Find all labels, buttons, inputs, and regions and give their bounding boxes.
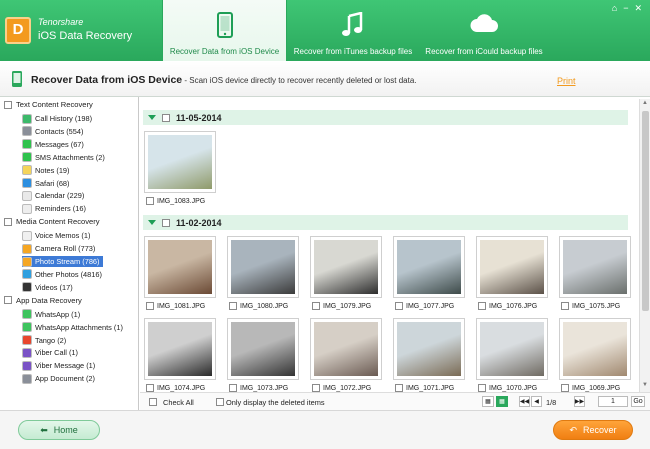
photo-caption: IMG_1072.JPG <box>312 384 371 392</box>
photo-filename: IMG_1072.JPG <box>323 384 372 392</box>
photo-checkbox[interactable] <box>229 384 237 392</box>
photo-checkbox[interactable] <box>395 302 403 310</box>
photo-thumbnail[interactable] <box>476 236 548 298</box>
photo-checkbox[interactable] <box>395 384 403 392</box>
photo-caption: IMG_1070.JPG <box>478 384 537 392</box>
photo-checkbox[interactable] <box>312 384 320 392</box>
photo-checkbox[interactable] <box>146 384 154 392</box>
vertical-scrollbar[interactable]: ▲ ▼ <box>639 99 650 392</box>
photo-filename: IMG_1073.JPG <box>240 384 289 392</box>
go-button[interactable]: Go <box>631 396 645 407</box>
date-label: 11-05-2014 <box>176 112 222 123</box>
prev-page-icon[interactable]: ◀◀ <box>519 396 530 407</box>
next-page-icon[interactable]: ▶▶ <box>574 396 585 407</box>
photo-checkbox[interactable] <box>478 302 486 310</box>
date-group-checkbox[interactable] <box>162 113 170 122</box>
photo-caption: IMG_1069.JPG <box>561 384 620 392</box>
photo-checkbox[interactable] <box>312 302 320 310</box>
collapse-icon[interactable] <box>148 220 156 225</box>
grid-view-icon[interactable]: ▦ <box>482 396 494 407</box>
photo-caption: IMG_1077.JPG <box>395 302 454 310</box>
home-button[interactable]: ⬅ Home <box>18 420 100 440</box>
grid-footer: Check All Only display the deleted items… <box>140 392 650 410</box>
photo-filename: IMG_1079.JPG <box>323 302 372 310</box>
photo-filename: IMG_1071.JPG <box>406 384 455 392</box>
collapse-icon[interactable] <box>148 115 156 120</box>
photo-image <box>148 135 212 189</box>
photo-caption: IMG_1075.JPG <box>561 302 620 310</box>
recover-button[interactable]: ↶ Recover <box>553 420 633 440</box>
photo-thumbnail[interactable] <box>559 236 631 298</box>
photo-checkbox[interactable] <box>561 384 569 392</box>
photo-filename: IMG_1075.JPG <box>572 302 621 310</box>
photo-caption: IMG_1071.JPG <box>395 384 454 392</box>
photo-image <box>563 240 627 294</box>
photo-image <box>563 322 627 376</box>
photo-checkbox[interactable] <box>561 302 569 310</box>
photo-image <box>231 322 295 376</box>
photo-thumbnail[interactable] <box>310 318 382 380</box>
recover-icon: ↶ <box>569 424 578 435</box>
photo-caption: IMG_1073.JPG <box>229 384 288 392</box>
photo-filename: IMG_1077.JPG <box>406 302 455 310</box>
photo-thumbnail[interactable] <box>144 318 216 380</box>
photo-image <box>397 322 461 376</box>
page-input[interactable]: 1 <box>598 396 628 407</box>
scrollbar-thumb[interactable] <box>642 111 649 311</box>
photo-checkbox[interactable] <box>146 197 154 205</box>
photo-caption: IMG_1080.JPG <box>229 302 288 310</box>
only-deleted-label: Only display the deleted items <box>226 398 325 407</box>
photo-caption: IMG_1079.JPG <box>312 302 371 310</box>
photo-caption: IMG_1081.JPG <box>146 302 205 310</box>
photo-image <box>314 240 378 294</box>
photo-filename: IMG_1076.JPG <box>489 302 538 310</box>
photo-thumbnail[interactable] <box>559 318 631 380</box>
photo-image <box>480 322 544 376</box>
photo-caption: IMG_1076.JPG <box>478 302 537 310</box>
photo-image <box>148 322 212 376</box>
home-button-label: Home <box>53 425 78 435</box>
page-indicator: 1/8 <box>546 398 557 407</box>
photo-filename: IMG_1080.JPG <box>240 302 289 310</box>
photo-image <box>314 322 378 376</box>
photo-image <box>397 240 461 294</box>
photo-filename: IMG_1081.JPG <box>157 302 206 310</box>
scroll-up-icon[interactable]: ▲ <box>642 100 648 106</box>
photo-thumbnail[interactable] <box>393 318 465 380</box>
photo-checkbox[interactable] <box>478 384 486 392</box>
photo-checkbox[interactable] <box>229 302 237 310</box>
date-label: 11-02-2014 <box>176 217 222 228</box>
photo-caption: IMG_1083.JPG <box>146 197 205 205</box>
photo-checkbox[interactable] <box>146 302 154 310</box>
scroll-down-icon[interactable]: ▼ <box>642 382 648 388</box>
photo-image <box>480 240 544 294</box>
photo-thumbnail[interactable] <box>227 318 299 380</box>
photo-caption: IMG_1074.JPG <box>146 384 205 392</box>
date-group-header[interactable]: 11-02-2014 <box>143 215 628 230</box>
photo-thumbnail[interactable] <box>476 318 548 380</box>
photo-image <box>148 240 212 294</box>
photo-filename: IMG_1069.JPG <box>572 384 621 392</box>
photo-filename: IMG_1083.JPG <box>157 197 206 205</box>
prev-icon[interactable]: ◀ <box>531 396 542 407</box>
only-deleted-checkbox[interactable] <box>216 398 224 406</box>
date-group-checkbox[interactable] <box>162 218 170 227</box>
check-all-checkbox[interactable] <box>149 398 157 406</box>
photo-thumbnail[interactable] <box>227 236 299 298</box>
photo-thumbnail[interactable] <box>144 131 216 193</box>
photo-filename: IMG_1070.JPG <box>489 384 538 392</box>
date-group-header[interactable]: 11-05-2014 <box>143 110 628 125</box>
photo-thumbnail[interactable] <box>393 236 465 298</box>
bottom-bar: ⬅ Home ↶ Recover <box>0 410 650 449</box>
photo-thumbnail[interactable] <box>310 236 382 298</box>
photo-filename: IMG_1074.JPG <box>157 384 206 392</box>
photo-image <box>231 240 295 294</box>
check-all-label: Check All <box>163 398 194 407</box>
recover-button-label: Recover <box>583 425 617 435</box>
photo-thumbnail[interactable] <box>144 236 216 298</box>
arrow-left-icon: ⬅ <box>40 424 48 435</box>
list-view-icon[interactable]: ▦ <box>496 396 508 407</box>
